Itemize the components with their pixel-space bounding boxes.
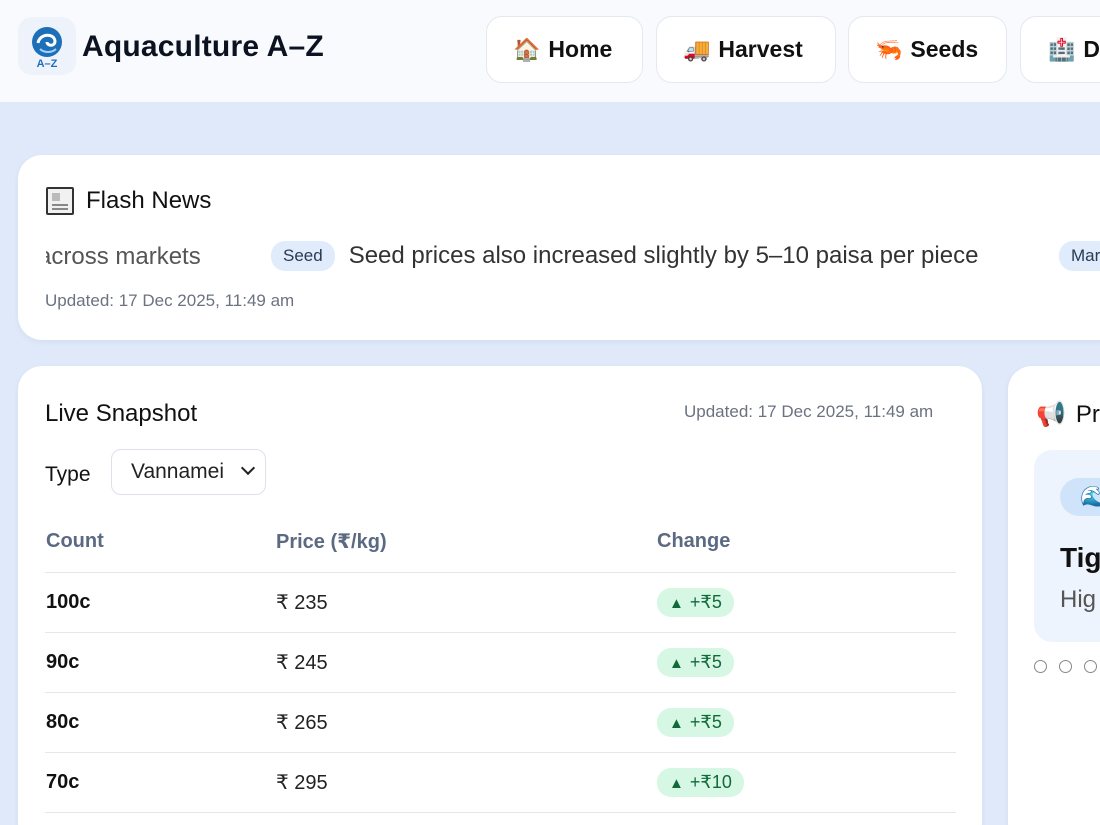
column-header-price: Price (₹/kg) <box>275 512 656 573</box>
flash-news-title-text: Flash News <box>86 187 212 214</box>
nav-harvest-button[interactable]: 🚚 Harvest <box>656 16 836 83</box>
ticker-tag: Seed <box>271 241 335 271</box>
column-header-change: Change <box>656 512 956 573</box>
change-badge: ▲ +₹10 <box>657 767 744 797</box>
up-arrow-icon: ▲ <box>669 714 684 732</box>
flash-news-card: Flash News across markets Seed Seed pric… <box>18 155 1100 340</box>
change-badge: ▲ +₹5 <box>657 647 734 677</box>
table-header-row: Count Price (₹/kg) Change <box>45 512 956 573</box>
carousel-dots <box>1034 660 1097 673</box>
shrimp-logo-icon <box>32 27 62 57</box>
wave-icon: 🌊 <box>1060 478 1100 516</box>
nav-d-button[interactable]: 🏥 D <box>1020 16 1100 83</box>
nav-home-label: Home <box>548 36 613 62</box>
newspaper-icon <box>46 187 74 215</box>
news-ticker: across markets Seed Seed prices also inc… <box>46 241 1100 277</box>
count-cell: 100c <box>45 572 275 633</box>
logo-text: A–Z <box>36 58 58 70</box>
live-snapshot-card: Live Snapshot Updated: 17 Dec 2025, 11:4… <box>18 366 982 825</box>
count-cell: 80c <box>45 692 275 753</box>
nav-seeds-label: Seeds <box>910 36 979 62</box>
live-snapshot-title: Live Snapshot <box>45 400 198 427</box>
nav-seeds-button[interactable]: 🦐 Seeds <box>848 16 1007 83</box>
price-cell: ₹ 265 <box>275 692 656 753</box>
nav-harvest-label: Harvest <box>718 36 803 62</box>
flash-updated-time: Updated: 17 Dec 2025, 11:49 am <box>45 291 295 310</box>
ticker-item: across markets <box>46 243 201 271</box>
ticker-item[interactable]: Mar <box>1059 241 1100 271</box>
table-row: 90c ₹ 245 ▲ +₹5 <box>45 632 956 693</box>
change-cell: ▲ +₹5 <box>656 692 956 753</box>
house-icon: 🏠 <box>513 36 541 62</box>
truck-icon: 🚚 <box>683 36 711 62</box>
chevron-down-icon <box>240 460 256 476</box>
carousel-dot[interactable] <box>1034 660 1047 673</box>
page: A–Z Aquaculture A–Z 🏠 Home 🚚 Harvest 🦐 S… <box>0 0 1100 825</box>
type-select[interactable]: Vannamei <box>111 449 266 495</box>
top-header: A–Z Aquaculture A–Z 🏠 Home 🚚 Harvest 🦐 S… <box>0 0 1100 102</box>
nav-d-label: D <box>1083 36 1100 62</box>
change-cell: ▲ +₹10 <box>656 752 956 813</box>
type-select-value: Vannamei <box>131 460 225 483</box>
type-label: Type <box>45 463 91 486</box>
price-cell: ₹ 295 <box>275 752 656 813</box>
promo-headline: Tig <box>1060 542 1100 573</box>
promo-title-text: Pr <box>1075 400 1100 428</box>
promo-title: 📢 Pr <box>1036 400 1100 429</box>
carousel-dot[interactable] <box>1059 660 1072 673</box>
change-value: +₹5 <box>689 591 722 612</box>
change-cell: ▲ +₹5 <box>656 572 956 633</box>
change-cell: ▲ +₹5 <box>656 632 956 693</box>
ticker-tag: Mar <box>1059 241 1100 271</box>
ticker-text: Seed prices also increased slightly by 5… <box>348 242 979 269</box>
carousel-dot[interactable] <box>1084 660 1097 673</box>
flash-news-title: Flash News <box>46 187 211 215</box>
up-arrow-icon: ▲ <box>669 594 684 612</box>
ticker-text: across markets <box>46 243 201 270</box>
live-updated-time: Updated: 17 Dec 2025, 11:49 am <box>684 402 934 421</box>
price-cell: ₹ 245 <box>275 632 656 693</box>
table-row: 80c ₹ 265 ▲ +₹5 <box>45 692 956 753</box>
price-table: Count Price (₹/kg) Change 100c ₹ 235 ▲ +₹… <box>45 512 956 813</box>
app-logo[interactable]: A–Z <box>18 17 76 75</box>
change-badge: ▲ +₹5 <box>657 707 734 737</box>
change-badge: ▲ +₹5 <box>657 587 734 617</box>
column-header-count: Count <box>45 512 275 573</box>
promo-card: 📢 Pr 🌊 Tig Hig <box>1008 366 1100 825</box>
brand-title: Aquaculture A–Z <box>82 30 324 63</box>
change-value: +₹5 <box>689 651 722 672</box>
shrimp-icon: 🦐 <box>875 36 903 62</box>
table-row: 70c ₹ 295 ▲ +₹10 <box>45 752 956 813</box>
change-value: +₹5 <box>689 711 722 732</box>
ticker-item[interactable]: Seed Seed prices also increased slightly… <box>271 241 978 271</box>
promo-subtitle: Hig <box>1060 586 1097 613</box>
hospital-icon: 🏥 <box>1048 36 1076 62</box>
count-cell: 90c <box>45 632 275 693</box>
table-row: 100c ₹ 235 ▲ +₹5 <box>45 572 956 633</box>
up-arrow-icon: ▲ <box>669 654 684 672</box>
price-cell: ₹ 235 <box>275 572 656 633</box>
up-arrow-icon: ▲ <box>669 774 684 792</box>
change-value: +₹10 <box>689 771 732 792</box>
megaphone-icon: 📢 <box>1036 401 1066 428</box>
nav-home-button[interactable]: 🏠 Home <box>486 16 643 83</box>
count-cell: 70c <box>45 752 275 813</box>
promo-slide[interactable]: 🌊 Tig Hig <box>1034 450 1100 642</box>
